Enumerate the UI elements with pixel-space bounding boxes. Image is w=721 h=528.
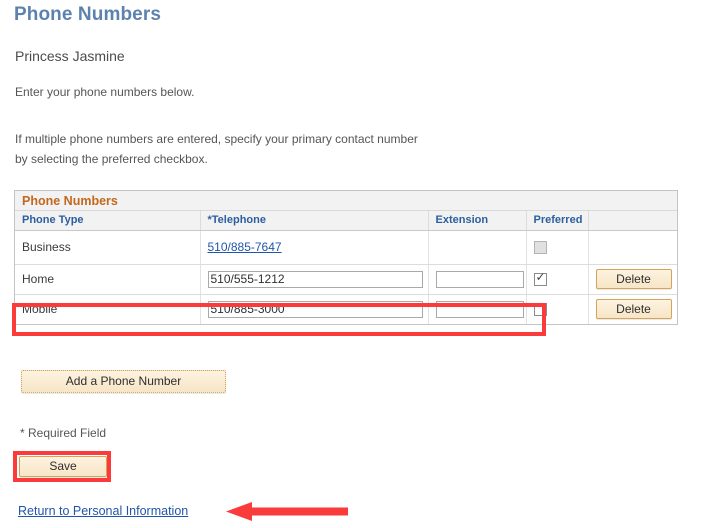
- cell-preferred: [526, 294, 589, 324]
- save-button[interactable]: Save: [19, 456, 107, 477]
- grid-caption: Phone Numbers: [15, 191, 677, 211]
- column-header-extension: Extension: [428, 211, 527, 231]
- cell-telephone: 510/885-7647: [200, 230, 429, 265]
- return-to-personal-information-link[interactable]: Return to Personal Information: [18, 504, 188, 518]
- instructions-line-2: by selecting the preferred checkbox.: [15, 152, 208, 166]
- table-row: Business 510/885-7647: [15, 230, 677, 265]
- column-header-preferred: Preferred: [526, 211, 589, 231]
- cell-extension: [428, 294, 527, 324]
- table-row: Mobile Delete: [15, 294, 677, 324]
- page-title: Phone Numbers: [14, 4, 161, 25]
- table-header-row: Phone Type *Telephone Extension Preferre…: [15, 211, 677, 231]
- checkmark-icon: ✓: [535, 270, 546, 285]
- telephone-input[interactable]: [207, 270, 423, 288]
- column-header-telephone: *Telephone: [200, 211, 429, 231]
- telephone-input[interactable]: [207, 300, 423, 318]
- cell-phone-type: Business: [15, 230, 201, 265]
- cell-extension: [428, 264, 527, 295]
- cell-preferred: [526, 230, 589, 265]
- required-field-note: * Required Field: [20, 426, 107, 440]
- extension-input[interactable]: [435, 270, 524, 288]
- person-name: Princess Jasmine: [15, 48, 125, 64]
- preferred-checkbox[interactable]: [533, 303, 547, 317]
- preferred-checkbox[interactable]: ✓: [533, 270, 547, 287]
- instructions-paragraph: If multiple phone numbers are entered, s…: [15, 129, 575, 169]
- phone-numbers-page: Phone Numbers Princess Jasmine Enter you…: [0, 0, 721, 528]
- add-phone-number-button[interactable]: Add a Phone Number: [21, 370, 226, 393]
- cell-actions: Delete: [588, 294, 677, 324]
- telephone-link[interactable]: 510/885-7647: [208, 240, 282, 254]
- delete-button[interactable]: Delete: [595, 269, 672, 289]
- cell-telephone: [200, 294, 429, 324]
- cell-telephone: [200, 264, 429, 295]
- cell-extension: [428, 230, 527, 265]
- column-header-phone-type: Phone Type: [15, 211, 201, 231]
- cell-phone-type: Mobile: [15, 294, 201, 324]
- column-header-actions: [588, 211, 677, 231]
- extension-input[interactable]: [435, 300, 524, 318]
- phone-numbers-grid: Phone Numbers Phone Type *Telephone Exte…: [14, 190, 678, 325]
- instructions-line-1: If multiple phone numbers are entered, s…: [15, 132, 418, 146]
- phone-numbers-table: Phone Type *Telephone Extension Preferre…: [15, 211, 677, 324]
- annotation-arrow-icon: [226, 502, 348, 521]
- cell-phone-type: Home: [15, 264, 201, 295]
- preferred-checkbox: [533, 241, 547, 255]
- delete-button[interactable]: Delete: [595, 299, 672, 320]
- cell-preferred: ✓: [526, 264, 589, 295]
- cell-actions: [588, 230, 677, 265]
- cell-actions: Delete: [588, 264, 677, 295]
- intro-text: Enter your phone numbers below.: [15, 85, 195, 99]
- table-row: Home ✓ Delete: [15, 264, 677, 295]
